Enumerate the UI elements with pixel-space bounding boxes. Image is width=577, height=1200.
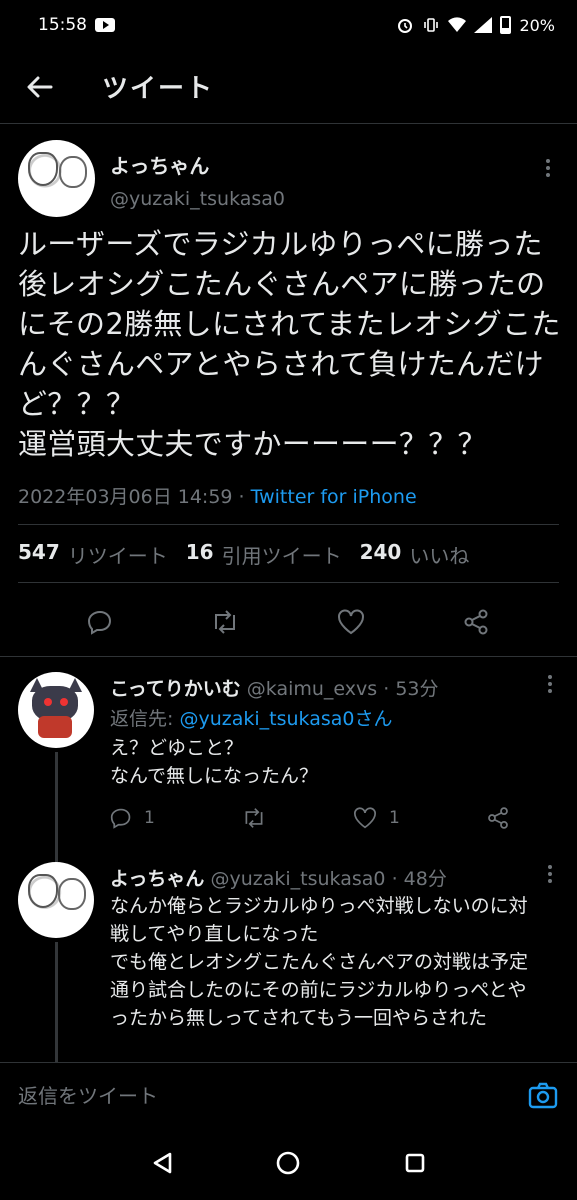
system-navigation-bar [0, 1126, 577, 1200]
wifi-icon [448, 17, 467, 32]
reply-author-name[interactable]: こってりかいむ [110, 678, 241, 700]
reply-count: 1 [144, 808, 155, 828]
reply-action-bar: 1 1 [110, 806, 510, 830]
like-count: 1 [389, 808, 400, 828]
page-title: ツイート [102, 74, 215, 104]
share-icon[interactable] [462, 608, 490, 636]
quote-label[interactable]: 引用ツイート [222, 540, 342, 569]
divider [18, 582, 559, 583]
more-options-icon[interactable] [540, 860, 560, 888]
tweet-source-link[interactable]: Twitter for iPhone [251, 486, 417, 508]
alarm-icon [398, 19, 413, 33]
meta-separator: · [232, 486, 251, 508]
thread-line [55, 752, 58, 862]
compose-placeholder[interactable]: 返信をツイート [18, 1080, 158, 1109]
reply-text: え？どゆこと？ なんで無しになったん？ [110, 737, 319, 787]
tweet-stats: 547 リツイート 16 引用ツイート 240 いいね [18, 540, 479, 569]
tweet-meta: 2022年03月06日 14:59 · Twitter for iPhone [18, 482, 417, 509]
author-handle[interactable]: @yuzaki_tsukasa0 [110, 188, 285, 210]
tweet-text: ルーザーズでラジカルゆりっペに勝った後レオシグこたんぐさんペアに勝ったのにその2… [18, 227, 561, 461]
reply-author-handle[interactable]: @kaimu_exvs [247, 678, 377, 700]
status-bar: 15:58 20% [0, 0, 577, 50]
divider [0, 656, 577, 657]
back-arrow-icon[interactable] [20, 67, 60, 107]
battery-percent: 20% [519, 15, 555, 35]
share-button[interactable] [486, 806, 510, 830]
tweet-timestamp[interactable]: 2022年03月06日 14:59 [18, 486, 233, 508]
more-options-icon[interactable] [538, 154, 558, 182]
quote-count[interactable]: 16 [186, 540, 214, 569]
reply-header: こってりかいむ @kaimu_exvs · 53分 [110, 678, 439, 700]
retweet-label[interactable]: リツイート [68, 540, 168, 569]
like-icon [354, 807, 377, 829]
reply-header: よっちゃん @yuzaki_tsukasa0 · 48分 [110, 868, 447, 890]
reply-time[interactable]: 48分 [404, 868, 447, 890]
reply-compose-bar[interactable]: 返信をツイート [0, 1062, 577, 1126]
reply-button[interactable]: 1 [110, 807, 155, 829]
author-avatar[interactable] [18, 140, 95, 217]
retweet-icon[interactable] [210, 609, 240, 635]
retweet-button[interactable] [241, 807, 267, 829]
camera-icon[interactable] [527, 1079, 559, 1111]
signal-icon [474, 17, 493, 33]
reply-time[interactable]: 53分 [395, 678, 438, 700]
reply-author-handle[interactable]: @yuzaki_tsukasa0 [210, 868, 385, 890]
like-count[interactable]: 240 [360, 540, 402, 569]
reply-icon[interactable] [87, 609, 113, 635]
like-icon[interactable] [337, 609, 365, 635]
reply-avatar[interactable] [18, 862, 94, 938]
nav-home-icon[interactable] [275, 1150, 301, 1176]
tweet-action-bar [0, 602, 577, 642]
vibrate-icon [424, 18, 439, 32]
more-options-icon[interactable] [540, 670, 560, 698]
retweet-icon [245, 808, 263, 828]
youtube-notification-icon [95, 18, 115, 32]
divider [18, 524, 559, 525]
author-name[interactable]: よっちゃん [110, 150, 209, 179]
retweet-count[interactable]: 547 [18, 540, 60, 569]
replying-to: 返信先: @yuzaki_tsukasa0さん [110, 704, 392, 731]
nav-recents-icon[interactable] [404, 1152, 426, 1174]
reply-avatar[interactable] [18, 672, 94, 748]
replying-to-handle[interactable]: @yuzaki_tsukasa0さん [179, 708, 392, 730]
share-icon [488, 807, 508, 829]
reply-author-name[interactable]: よっちゃん [110, 868, 204, 890]
like-label[interactable]: いいね [409, 540, 469, 569]
battery-icon [500, 16, 512, 34]
replying-to-label: 返信先: [110, 708, 180, 730]
like-button[interactable]: 1 [353, 807, 400, 829]
reply-icon [110, 808, 131, 829]
top-app-bar: ツイート [0, 50, 577, 124]
reply-text: なんか俺らとラジカルゆりっぺ対戦しないのに対戦してやり直しになった でも俺とレオ… [110, 895, 529, 1029]
nav-back-icon[interactable] [151, 1151, 173, 1175]
thread-line [55, 942, 58, 1062]
status-time: 15:58 [38, 15, 87, 35]
